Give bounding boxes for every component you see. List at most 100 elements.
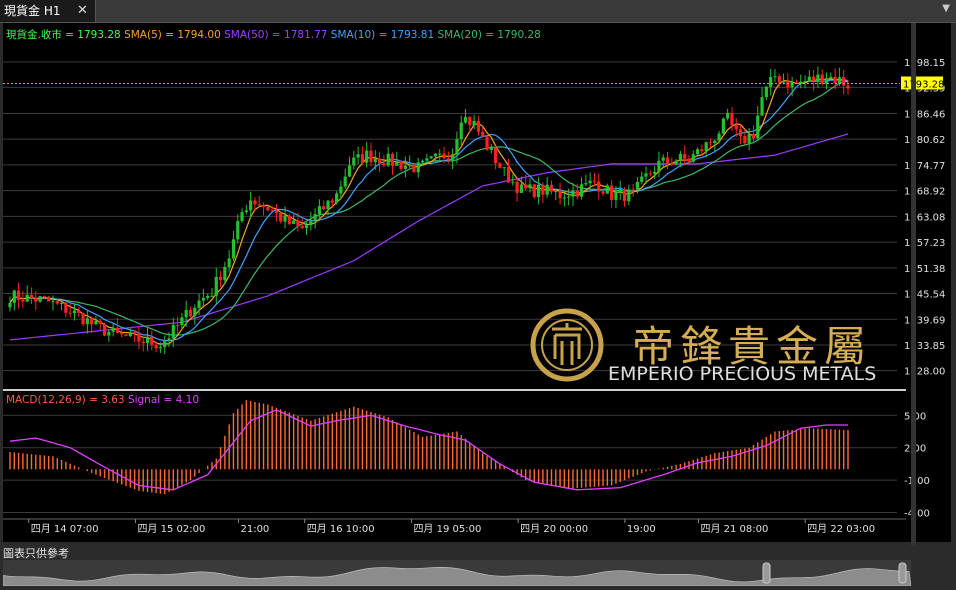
candle-body xyxy=(25,294,29,302)
candle-body xyxy=(545,184,549,195)
candle-body xyxy=(403,165,407,169)
candle-body xyxy=(107,331,111,336)
candle-body xyxy=(691,154,695,162)
candle-body xyxy=(343,176,347,187)
macd-legend-text: MACD(12,26,9) = 3.63 Signal = 4.10 xyxy=(6,394,199,406)
price-legend-text-entry: SMA(10) = 1793.81 xyxy=(331,29,438,41)
candle-body xyxy=(713,140,717,143)
candle-body xyxy=(640,176,644,182)
candle-body xyxy=(193,307,197,317)
candle-body xyxy=(167,338,171,341)
candle-body xyxy=(412,164,416,173)
candle-body xyxy=(111,327,115,332)
candle-body xyxy=(120,332,124,335)
candle-body xyxy=(8,302,12,308)
candle-body xyxy=(335,193,339,203)
candle-body xyxy=(102,324,107,336)
candle-body xyxy=(622,189,627,202)
time-tick-label: 21:00 xyxy=(240,524,269,535)
chart-disclaimer: 圖表只供參考 xyxy=(3,547,69,560)
candle-body xyxy=(279,212,283,222)
candle-body xyxy=(528,184,532,189)
candle-body xyxy=(128,332,132,337)
chart-navigator[interactable] xyxy=(2,560,912,587)
candle-body xyxy=(541,184,545,195)
candle-body xyxy=(653,171,657,174)
candle-body xyxy=(695,149,700,155)
candle-body xyxy=(648,173,652,175)
candle-body xyxy=(197,300,201,308)
candle-body xyxy=(536,184,541,198)
candle-body xyxy=(618,189,622,193)
candle-body xyxy=(377,158,382,164)
candle-body xyxy=(605,185,609,194)
candle-body xyxy=(163,340,167,348)
candle-body xyxy=(769,76,773,87)
candle-body xyxy=(339,186,343,194)
candle-body xyxy=(734,125,738,130)
navigator-left-handle[interactable] xyxy=(762,562,771,584)
candle-body xyxy=(330,200,334,203)
time-tick-label: 四月 16 10:00 xyxy=(307,523,375,535)
price-legend-text-entry: 現貨金.收市 = 1793.28 xyxy=(6,28,124,41)
candle-body xyxy=(352,157,356,166)
macd-legend: MACD(12,26,9) = 3.63 Signal = 4.10 xyxy=(6,394,199,406)
candle-body xyxy=(201,297,205,301)
candle-body xyxy=(751,133,756,139)
candle-body xyxy=(176,324,180,326)
candle-body xyxy=(459,122,463,140)
candle-body xyxy=(81,312,85,325)
candle-body xyxy=(812,76,816,82)
candle-body xyxy=(12,290,16,303)
candle-body xyxy=(687,158,691,162)
candle-body xyxy=(347,165,352,177)
price-legend-text-entry: SMA(5) = 1794.00 xyxy=(124,29,224,41)
candle-body xyxy=(446,158,450,160)
candle-body xyxy=(567,196,571,198)
candle-body xyxy=(773,76,777,78)
candle-body xyxy=(244,210,248,213)
candle-body xyxy=(554,191,558,193)
candle-body xyxy=(837,77,842,84)
candle-body xyxy=(98,320,102,325)
candle-body xyxy=(683,154,687,159)
candle-body xyxy=(829,76,833,79)
candle-body xyxy=(515,181,519,193)
tab-bar: 現貨金 H1 ✕ ▼ xyxy=(0,0,956,23)
candle-body xyxy=(133,332,137,334)
navigator-right-handle[interactable] xyxy=(898,562,907,584)
candle-body xyxy=(846,85,850,89)
scrollbar-track[interactable] xyxy=(911,23,916,546)
close-icon[interactable]: ✕ xyxy=(77,0,88,22)
candle-body xyxy=(150,336,154,345)
candle-body xyxy=(296,220,300,226)
candle-body xyxy=(433,153,438,157)
time-tick-label: 四月 15 02:00 xyxy=(137,523,205,535)
candle-body xyxy=(777,76,781,83)
tab-chart[interactable]: 現貨金 H1 ✕ xyxy=(0,0,96,22)
candle-body xyxy=(309,221,313,226)
candle-body xyxy=(420,160,425,163)
candle-body xyxy=(300,225,304,229)
candle-body xyxy=(188,309,193,317)
time-tick-label: 四月 22 03:00 xyxy=(807,523,875,535)
time-tick-label: 四月 20 00:00 xyxy=(520,523,588,535)
candle-body xyxy=(481,131,485,137)
candle-body xyxy=(322,206,326,210)
candle-body xyxy=(438,153,442,155)
vertical-scrollbar[interactable] xyxy=(911,0,956,590)
candle-body xyxy=(807,76,811,82)
candle-body xyxy=(833,76,837,84)
candle-body xyxy=(726,112,730,119)
candle-body xyxy=(485,136,489,150)
candle-body xyxy=(678,154,682,161)
candle-body xyxy=(395,160,399,166)
candle-body xyxy=(747,133,751,144)
candle-body xyxy=(124,334,128,337)
candle-body xyxy=(657,160,661,172)
candle-body xyxy=(171,324,175,339)
candle-body xyxy=(631,189,635,191)
navigator-overview xyxy=(2,562,912,587)
candle-body xyxy=(227,258,231,267)
time-tick-label: 四月 19 05:00 xyxy=(413,523,481,535)
